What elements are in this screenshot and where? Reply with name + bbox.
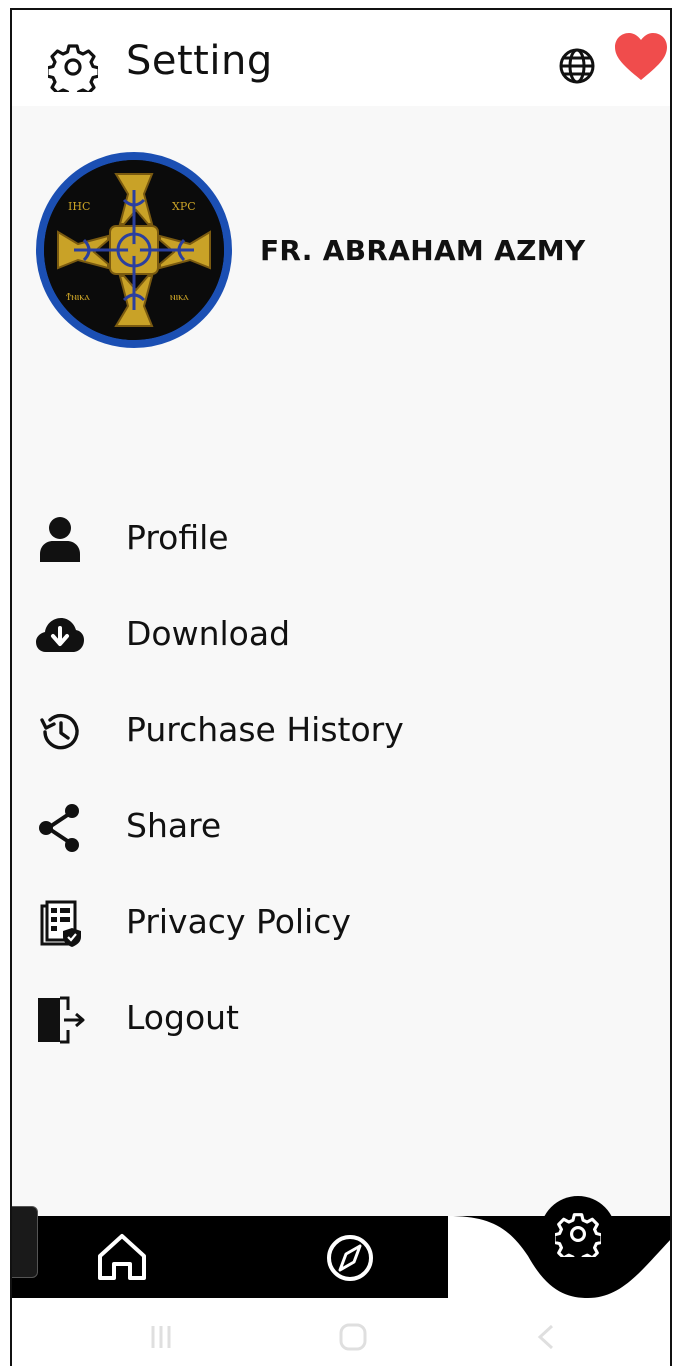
menu-item-profile[interactable]: Profile [12, 504, 670, 574]
menu-item-label: Profile [126, 518, 229, 557]
settings-nav-button[interactable] [540, 1196, 616, 1272]
gear-icon[interactable] [48, 42, 98, 92]
page-title: Setting [126, 38, 273, 84]
recents-icon[interactable] [146, 1322, 176, 1352]
back-icon[interactable] [532, 1322, 562, 1352]
compass-icon[interactable] [324, 1232, 376, 1284]
menu-item-label: Download [126, 614, 291, 653]
menu-item-label: Logout [126, 998, 239, 1037]
svg-text:Ϯⲛⲓⲕⲁ: Ϯⲛⲓⲕⲁ [66, 290, 90, 303]
menu-item-share[interactable]: Share [12, 792, 670, 862]
home-icon[interactable] [94, 1230, 150, 1284]
user-icon [40, 517, 80, 562]
menu-item-download[interactable]: Download [12, 600, 670, 670]
menu-item-logout[interactable]: Logout [12, 984, 670, 1054]
coptic-cross-image: IHC XPC Ϯⲛⲓⲕⲁ ⲛⲓⲕⲁ [44, 160, 224, 340]
privacy-policy-icon [40, 900, 81, 947]
menu-item-label: Purchase History [126, 710, 404, 749]
settings-icon [555, 1213, 601, 1257]
user-name: FR. ABRAHAM AZMY [260, 234, 586, 267]
settings-content: IHC XPC Ϯⲛⲓⲕⲁ ⲛⲓⲕⲁ FR. ABRAHAM AZMY Prof… [12, 106, 670, 1216]
svg-text:IHC: IHC [68, 200, 90, 213]
home-system-icon[interactable] [338, 1322, 368, 1352]
svg-text:ⲛⲓⲕⲁ: ⲛⲓⲕⲁ [170, 290, 189, 303]
side-drawer-handle[interactable] [12, 1206, 38, 1278]
menu-item-purchase-history[interactable]: Purchase History [12, 696, 670, 766]
bottom-navigation [12, 1196, 670, 1298]
history-icon [40, 713, 79, 750]
avatar[interactable]: IHC XPC Ϯⲛⲓⲕⲁ ⲛⲓⲕⲁ [36, 152, 232, 348]
logout-icon [38, 996, 85, 1044]
menu-item-label: Privacy Policy [126, 902, 351, 941]
globe-icon[interactable] [557, 46, 597, 86]
svg-text:XPC: XPC [172, 200, 196, 213]
share-icon [39, 804, 79, 852]
heart-icon[interactable] [614, 32, 668, 82]
app-frame: Setting IHC XPC Ϯⲛⲓⲕⲁ ⲛⲓⲕⲁ FR. ABRAHAM A… [10, 8, 672, 1366]
menu-item-label: Share [126, 806, 222, 845]
cloud-download-icon [36, 618, 84, 652]
menu-item-privacy-policy[interactable]: Privacy Policy [12, 888, 670, 958]
header: Setting [12, 10, 670, 106]
system-navigation-bar [12, 1298, 670, 1366]
